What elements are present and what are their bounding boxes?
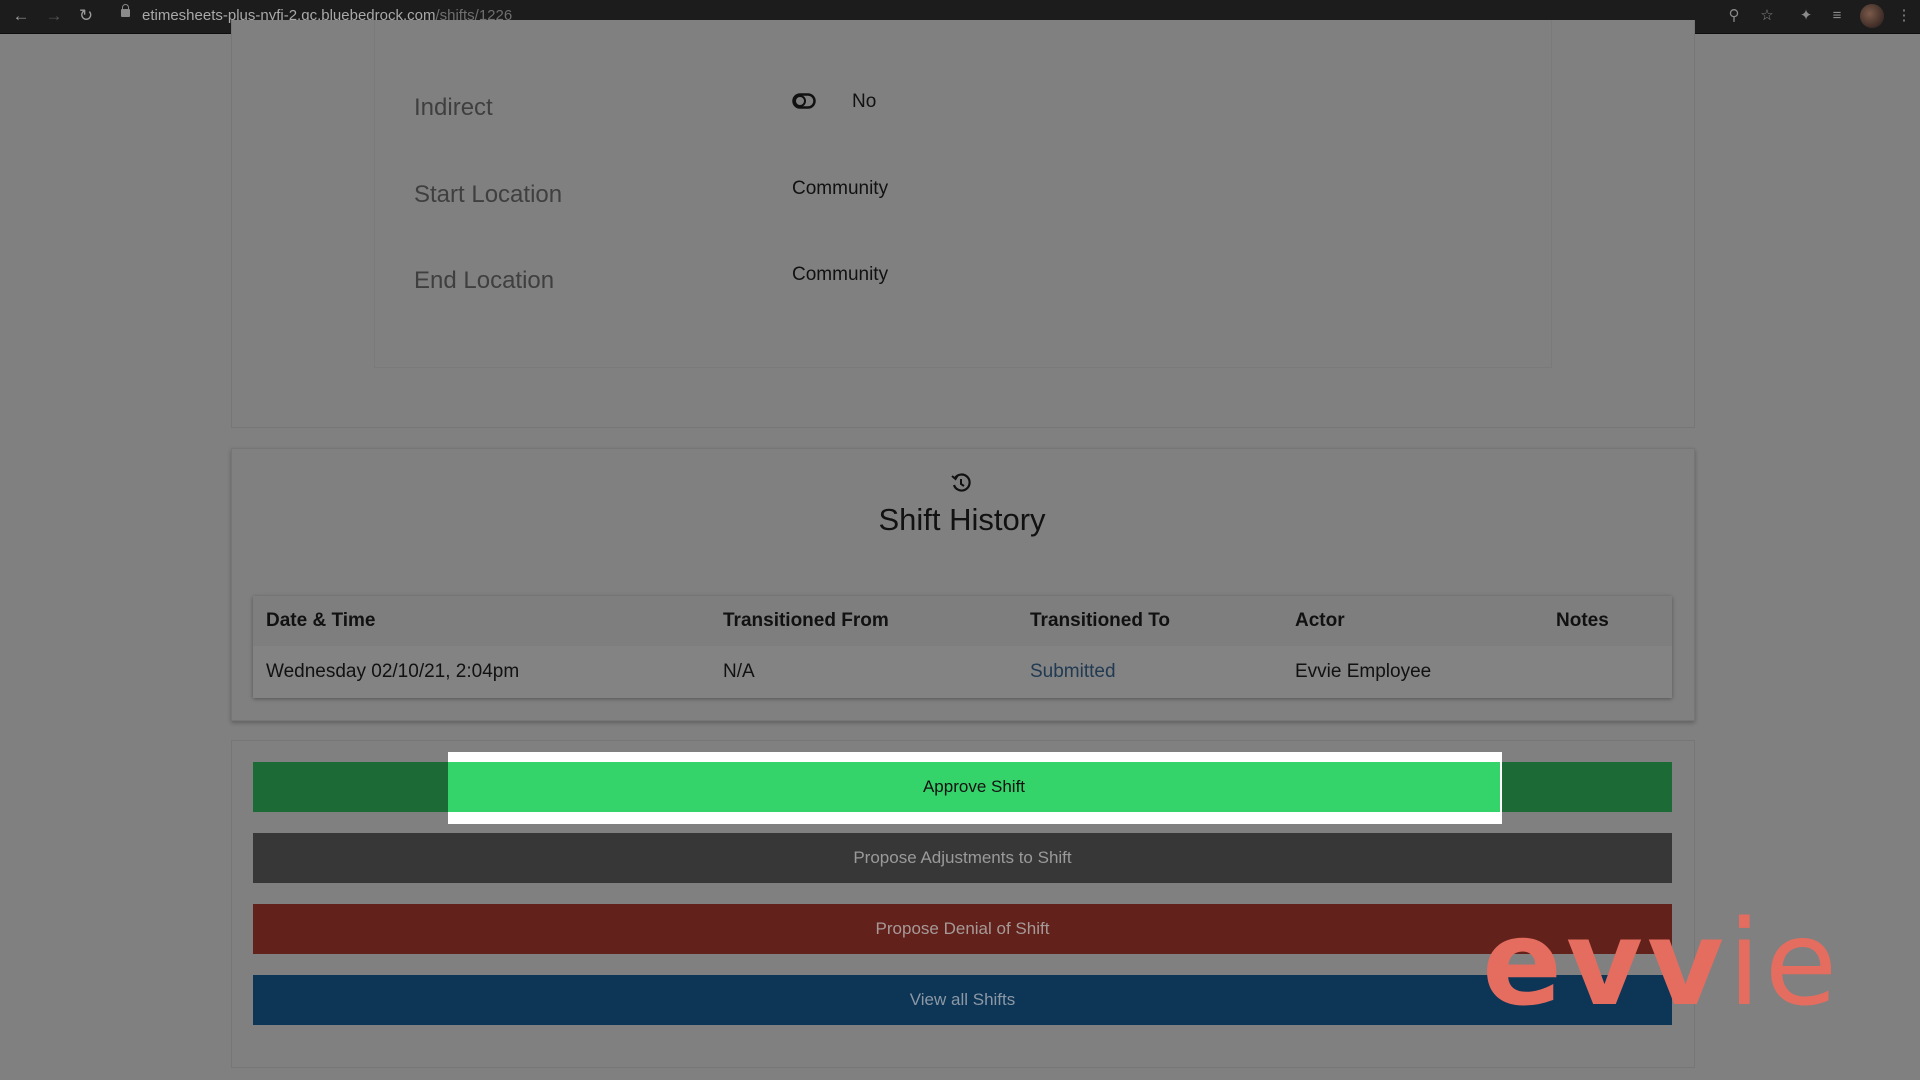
toggle-off-icon [792, 93, 816, 109]
field-value-indirect: No [852, 91, 877, 112]
extensions-icon[interactable]: ✦ [1795, 5, 1817, 27]
zoom-icon[interactable]: ⚲ [1723, 5, 1745, 27]
evvie-logo-light: ie [1727, 894, 1842, 1032]
lock-icon [121, 4, 130, 17]
view-all-shifts-button[interactable]: View all Shifts [253, 975, 1672, 1025]
propose-adjustments-button[interactable]: Propose Adjustments to Shift [253, 833, 1672, 883]
bookmark-star-icon[interactable]: ☆ [1756, 5, 1778, 27]
field-value-start-location: Community [792, 178, 889, 199]
field-label-indirect: Indirect [414, 94, 493, 121]
column-header-date-time: Date & Time [266, 610, 376, 631]
field-value-end-location: Community [792, 264, 889, 285]
cell-actor: Evvie Employee [1295, 661, 1432, 682]
column-header-notes: Notes [1556, 610, 1609, 631]
column-header-transitioned-from: Transitioned From [723, 610, 889, 631]
back-icon[interactable]: ← [10, 5, 32, 27]
menu-kebab-icon[interactable]: ⋮ [1893, 5, 1915, 27]
evvie-logo: evvie [1482, 904, 1841, 1022]
evvie-logo-bold: evv [1482, 894, 1728, 1032]
forward-icon[interactable]: → [43, 5, 65, 27]
field-label-start-location: Start Location [414, 181, 563, 208]
shift-history-title: Shift History [878, 502, 1046, 537]
cell-transitioned-from: N/A [723, 661, 755, 682]
cell-transitioned-to: Submitted [1030, 661, 1116, 682]
field-label-end-location: End Location [414, 267, 555, 294]
column-header-transitioned-to: Transitioned To [1030, 610, 1171, 631]
reload-icon[interactable]: ↻ [75, 5, 97, 27]
shift-history-table: Date & Time Transitioned From Transition… [253, 596, 1672, 698]
propose-denial-button[interactable]: Propose Denial of Shift [253, 904, 1672, 954]
media-queue-icon[interactable]: ≡ [1826, 5, 1848, 27]
column-header-actor: Actor [1295, 610, 1345, 631]
history-icon [951, 473, 971, 492]
profile-avatar[interactable] [1860, 4, 1884, 28]
table-row: Wednesday 02/10/21, 2:04pm N/A Submitted… [253, 646, 1672, 698]
approve-shift-button-highlighted[interactable]: Approve Shift [448, 762, 1500, 812]
table-header: Date & Time Transitioned From Transition… [253, 596, 1672, 646]
cell-date-time: Wednesday 02/10/21, 2:04pm [266, 661, 520, 682]
